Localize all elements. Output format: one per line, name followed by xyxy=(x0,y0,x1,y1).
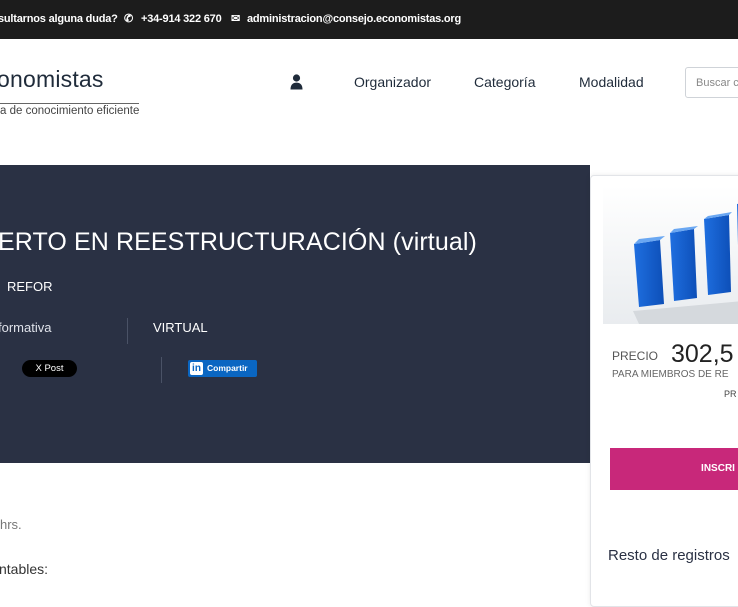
register-button[interactable]: INSCRI xyxy=(610,448,738,490)
nav-organizador[interactable]: Organizador xyxy=(354,74,431,90)
user-icon[interactable] xyxy=(290,74,303,90)
course-section-heading: ntables: xyxy=(0,561,49,577)
course-hero: ERTO EN REESTRUCTURACIÓN (virtual) REFOR… xyxy=(0,165,590,463)
x-post-button[interactable]: X Post xyxy=(22,360,77,377)
course-duration-text: hrs. xyxy=(0,517,22,532)
envelope-icon: ✉ xyxy=(231,13,241,25)
divider xyxy=(161,357,162,383)
nav-modalidad[interactable]: Modalidad xyxy=(579,74,644,90)
contact-question: sultarnos alguna duda? xyxy=(0,13,118,25)
course-title: ERTO EN REESTRUCTURACIÓN (virtual) xyxy=(0,228,477,256)
course-type: formativa xyxy=(0,320,52,335)
bar-chart-image xyxy=(603,186,738,324)
course-mode: VIRTUAL xyxy=(153,320,208,335)
other-registrations-heading: Resto de registros xyxy=(608,547,730,564)
nav-categoria[interactable]: Categoría xyxy=(474,74,535,90)
phone-icon: ✆ xyxy=(124,13,134,25)
logo-divider xyxy=(0,103,139,104)
search-input[interactable]: Buscar c xyxy=(685,67,738,98)
site-header xyxy=(0,39,738,165)
register-button-label: INSCRI xyxy=(701,463,735,474)
members-label: PARA MIEMBROS DE RE xyxy=(612,369,729,380)
linkedin-share-label: Compartir xyxy=(207,363,248,373)
price-value: 302,5 xyxy=(671,340,734,368)
price-note: PR xyxy=(724,389,737,399)
logo-tagline: a de conocimiento eficiente xyxy=(0,105,140,117)
divider xyxy=(127,318,128,344)
price-label: PRECIO xyxy=(612,349,659,363)
price-card: PRECIO 302,5 PARA MIEMBROS DE RE PR INSC… xyxy=(590,175,738,607)
course-code: REFOR xyxy=(7,279,53,294)
contact-phone[interactable]: +34-914 322 670 xyxy=(141,13,222,25)
contact-email[interactable]: administracion@consejo.economistas.org xyxy=(247,13,461,25)
linkedin-icon: in xyxy=(190,362,203,375)
linkedin-share-button[interactable]: in Compartir xyxy=(188,360,257,377)
top-contact-bar: sultarnos alguna duda? ✆ +34-914 322 670… xyxy=(0,0,738,39)
logo[interactable]: onomistas xyxy=(0,66,104,93)
